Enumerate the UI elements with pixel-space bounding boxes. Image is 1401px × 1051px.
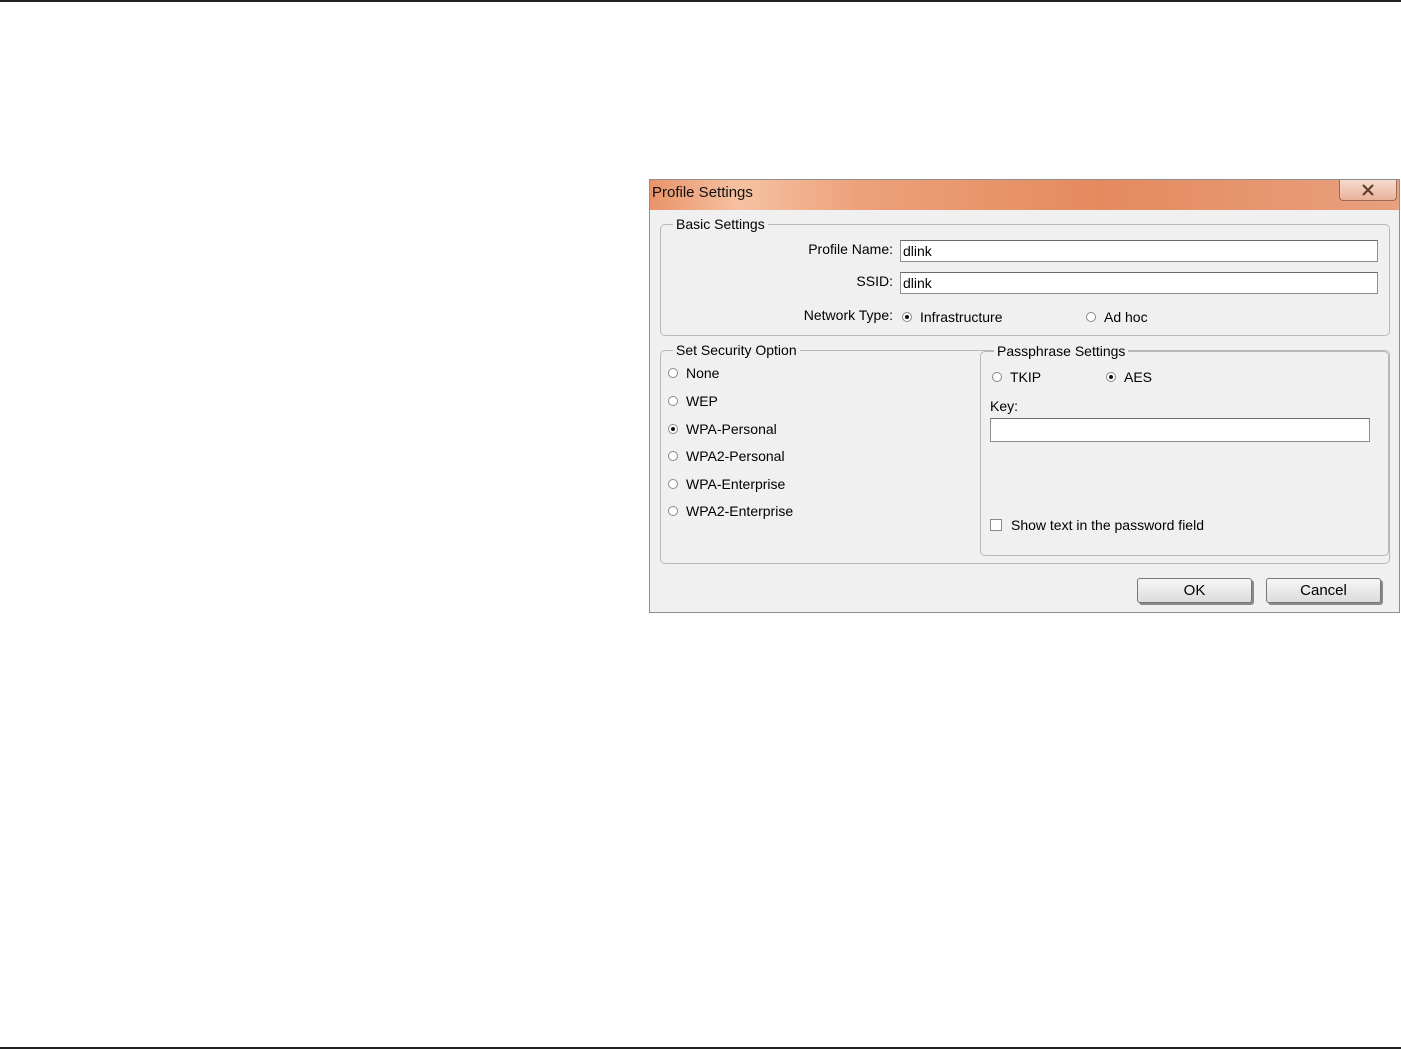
passphrase-settings-legend: Passphrase Settings: [994, 343, 1129, 359]
network-type-label: Network Type:: [803, 307, 893, 323]
dialog-title: Profile Settings: [652, 184, 753, 201]
profile-settings-dialog: Profile Settings Basic Settings Profile …: [649, 179, 1400, 613]
close-icon: [1362, 184, 1374, 196]
radio-indicator: [1086, 312, 1096, 322]
radio-indicator: [902, 312, 912, 322]
passphrase-settings-group: Passphrase Settings TKIP AES Key: Show t…: [980, 343, 1389, 556]
radio-indicator: [1106, 372, 1116, 382]
close-button[interactable]: [1339, 180, 1397, 201]
radio-label: Infrastructure: [920, 309, 1003, 325]
radio-label: WPA-Enterprise: [686, 476, 786, 492]
cancel-button[interactable]: Cancel: [1266, 578, 1381, 603]
checkbox-label: Show text in the password field: [1011, 517, 1204, 533]
radio-indicator: [668, 368, 678, 378]
basic-settings-legend: Basic Settings: [673, 216, 768, 232]
checkbox-indicator: [990, 519, 1002, 531]
radio-label: WEP: [686, 393, 718, 409]
network-type-adhoc-radio[interactable]: Ad hoc: [1086, 309, 1148, 325]
radio-indicator: [668, 451, 678, 461]
radio-indicator: [668, 396, 678, 406]
security-option-wpa-enterprise[interactable]: WPA-Enterprise: [668, 476, 785, 492]
bottom-rule: [0, 1047, 1401, 1049]
radio-label: Ad hoc: [1104, 309, 1148, 325]
profile-name-label: Profile Name:: [808, 241, 893, 257]
encryption-aes-radio[interactable]: AES: [1106, 369, 1152, 385]
security-option-wpa2-enterprise[interactable]: WPA2-Enterprise: [668, 503, 793, 519]
ssid-label: SSID:: [856, 273, 893, 289]
title-bar[interactable]: Profile Settings: [650, 180, 1399, 210]
key-input[interactable]: [990, 418, 1370, 442]
radio-label: WPA2-Personal: [686, 448, 785, 464]
radio-indicator: [668, 424, 678, 434]
radio-label: None: [686, 365, 720, 381]
ok-button[interactable]: OK: [1137, 578, 1252, 603]
security-option-wep[interactable]: WEP: [668, 393, 718, 409]
security-option-wpa2-personal[interactable]: WPA2-Personal: [668, 448, 785, 464]
profile-name-input[interactable]: [900, 240, 1378, 262]
basic-settings-group: Basic Settings Profile Name: SSID: Netwo…: [660, 216, 1390, 336]
key-label: Key:: [990, 398, 1019, 414]
security-option-none[interactable]: None: [668, 365, 719, 381]
ssid-input[interactable]: [900, 272, 1378, 294]
radio-label: WPA2-Enterprise: [686, 503, 794, 519]
show-text-checkbox[interactable]: Show text in the password field: [990, 517, 1204, 533]
radio-label: TKIP: [1010, 369, 1042, 385]
radio-label: AES: [1124, 369, 1153, 385]
security-option-wpa-personal[interactable]: WPA-Personal: [668, 421, 777, 437]
network-type-infrastructure-radio[interactable]: Infrastructure: [902, 309, 1002, 325]
radio-indicator: [668, 506, 678, 516]
radio-indicator: [668, 479, 678, 489]
security-option-legend: Set Security Option: [673, 342, 800, 358]
top-rule: [0, 0, 1401, 2]
security-option-group: Set Security Option None WEP WPA-Persona…: [660, 342, 1390, 564]
radio-label: WPA-Personal: [686, 421, 777, 437]
radio-indicator: [992, 372, 1002, 382]
encryption-tkip-radio[interactable]: TKIP: [992, 369, 1041, 385]
